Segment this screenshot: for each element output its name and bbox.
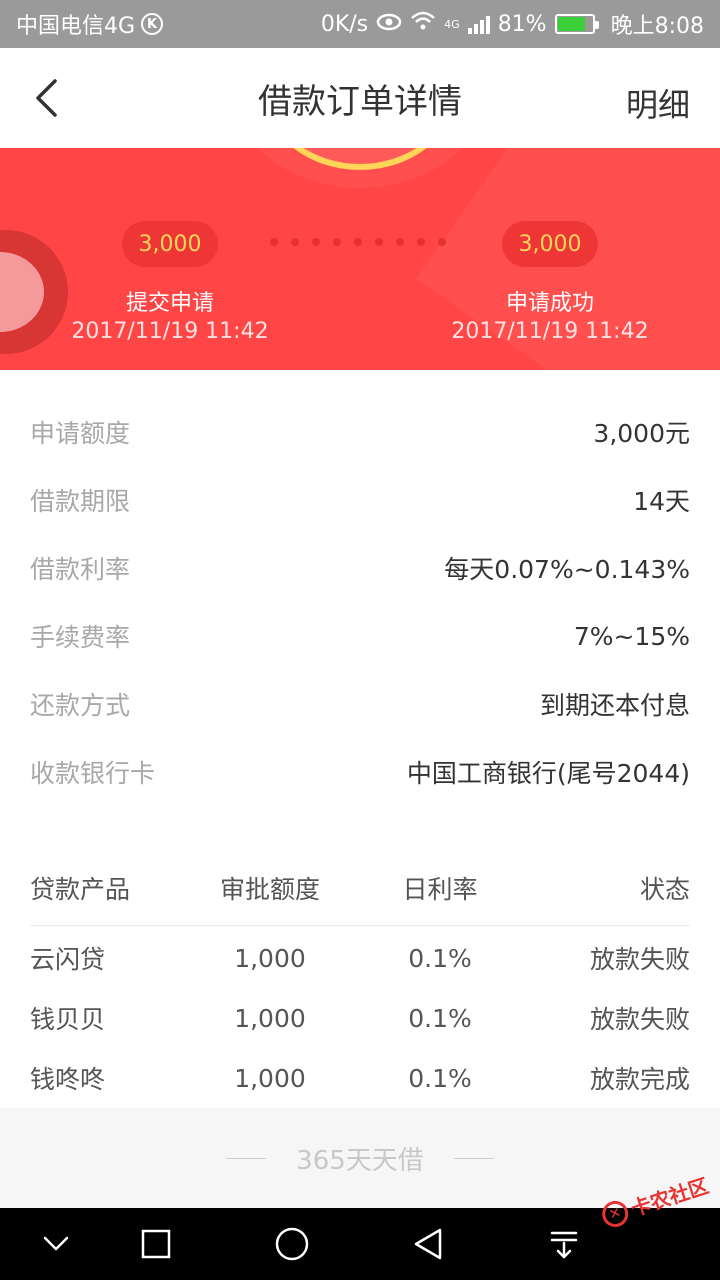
header-approved-amount: 审批额度 — [219, 874, 320, 904]
signal-icon — [467, 14, 490, 34]
info-label: 借款期限 — [30, 487, 131, 516]
info-row-fee: 手续费率 7%~15% — [30, 602, 690, 670]
info-row-term: 借款期限 14天 — [30, 466, 690, 534]
loan-info: 申请额度 3,000元 借款期限 14天 借款利率 每天0.07%~0.143%… — [30, 398, 690, 806]
page-title: 借款订单详情 — [258, 81, 462, 122]
cell-amount: 1,000 — [234, 1063, 306, 1093]
cell-amount: 1,000 — [234, 1003, 306, 1033]
info-value: 7%~15% — [573, 621, 690, 651]
net-speed: 0K/s — [320, 11, 369, 37]
step-submit-time: 2017/11/19 11:42 — [71, 319, 269, 344]
cell-product: 云闪贷 — [30, 945, 106, 974]
info-label: 收款银行卡 — [30, 759, 156, 788]
step-success: 申请成功 2017/11/19 11:42 — [420, 290, 680, 346]
info-value: 3,000元 — [593, 419, 690, 448]
footer-divider-left — [226, 1157, 267, 1159]
cell-product: 钱咚咚 — [30, 1065, 106, 1094]
info-value: 到期还本付息 — [539, 691, 690, 720]
cell-status: 放款失败 — [589, 1005, 690, 1034]
info-label: 手续费率 — [30, 623, 131, 652]
network-type: 4G — [444, 17, 460, 31]
status-left: 中国电信4G K — [16, 8, 164, 40]
eye-icon — [376, 12, 402, 37]
triangle-back-icon — [414, 1228, 442, 1260]
pulldown-icon — [550, 1231, 578, 1259]
footer-text: 365天天借 — [296, 1145, 424, 1176]
battery-icon — [554, 14, 599, 34]
cell-amount: 1,000 — [234, 943, 306, 973]
step-submit-label: 提交申请 — [125, 291, 214, 316]
table-header: 贷款产品 审批额度 日利率 状态 — [30, 850, 690, 926]
chevron-down-icon — [43, 1236, 69, 1251]
detail-button[interactable]: 明细 — [626, 80, 690, 126]
recents-button[interactable] — [134, 1222, 178, 1266]
battery-fill — [557, 17, 585, 31]
progress-banner: 3,000 3,000 提交申请 2017/11/19 11:42 申请成功 2… — [0, 148, 720, 370]
info-value: 14天 — [633, 487, 690, 516]
cell-rate: 0.1% — [408, 1003, 472, 1033]
step-success-time: 2017/11/19 11:42 — [451, 319, 649, 344]
footer-divider-right — [453, 1157, 494, 1159]
info-label: 申请额度 — [30, 419, 131, 448]
step-submit: 提交申请 2017/11/19 11:42 — [40, 290, 300, 346]
battery-percent: 81% — [497, 11, 547, 37]
notification-pulldown-button[interactable] — [542, 1222, 586, 1266]
header-daily-rate: 日利率 — [402, 874, 478, 904]
step-success-label: 申请成功 — [505, 291, 594, 316]
info-label: 还款方式 — [30, 691, 131, 720]
footer-brand: 365天天借 — [0, 1108, 720, 1208]
square-icon — [141, 1229, 171, 1259]
product-table: 贷款产品 审批额度 日利率 状态 云闪贷 1,000 0.1% 放款失败 钱贝贝… — [30, 850, 690, 1108]
cell-rate: 0.1% — [408, 1063, 472, 1093]
cell-status: 放款失败 — [589, 945, 690, 974]
info-value: 每天0.07%~0.143% — [444, 555, 690, 584]
info-row-rate: 借款利率 每天0.07%~0.143% — [30, 534, 690, 602]
info-label: 借款利率 — [30, 555, 131, 584]
collapse-button[interactable] — [34, 1222, 78, 1266]
nav-bar: 借款订单详情 明细 — [0, 48, 720, 148]
table-row: 钱贝贝 1,000 0.1% 放款失败 — [30, 988, 690, 1048]
cell-status: 放款完成 — [589, 1065, 690, 1094]
header-status: 状态 — [639, 874, 690, 904]
status-right: 0K/s 4G 81% 晚上8:08 — [321, 8, 704, 40]
table-row: 云闪贷 1,000 0.1% 放款失败 — [30, 928, 690, 988]
info-value: 中国工商银行(尾号2044) — [406, 759, 690, 788]
wifi-icon — [410, 11, 436, 37]
progress-dots — [270, 238, 446, 246]
start-amount-pill: 3,000 — [122, 221, 218, 267]
table-row: 钱咚咚 1,000 0.1% 放款完成 — [30, 1048, 690, 1108]
home-button[interactable] — [270, 1222, 314, 1266]
carrier-name: 中国电信4G — [16, 14, 136, 39]
info-row-amount: 申请额度 3,000元 — [30, 398, 690, 466]
status-bar: 中国电信4G K 0K/s 4G 81% 晚上8:08 — [0, 0, 720, 48]
cell-rate: 0.1% — [408, 943, 472, 973]
carrier-badge: K — [141, 13, 164, 35]
end-amount-pill: 3,000 — [502, 221, 598, 267]
clock: 晚上8:08 — [610, 14, 704, 39]
header-product: 贷款产品 — [30, 874, 131, 904]
info-row-repayment: 还款方式 到期还本付息 — [30, 670, 690, 738]
cell-product: 钱贝贝 — [30, 1005, 106, 1034]
circle-icon — [275, 1227, 309, 1261]
info-row-bank-card: 收款银行卡 中国工商银行(尾号2044) — [30, 738, 690, 806]
back-nav-button[interactable] — [406, 1222, 450, 1266]
